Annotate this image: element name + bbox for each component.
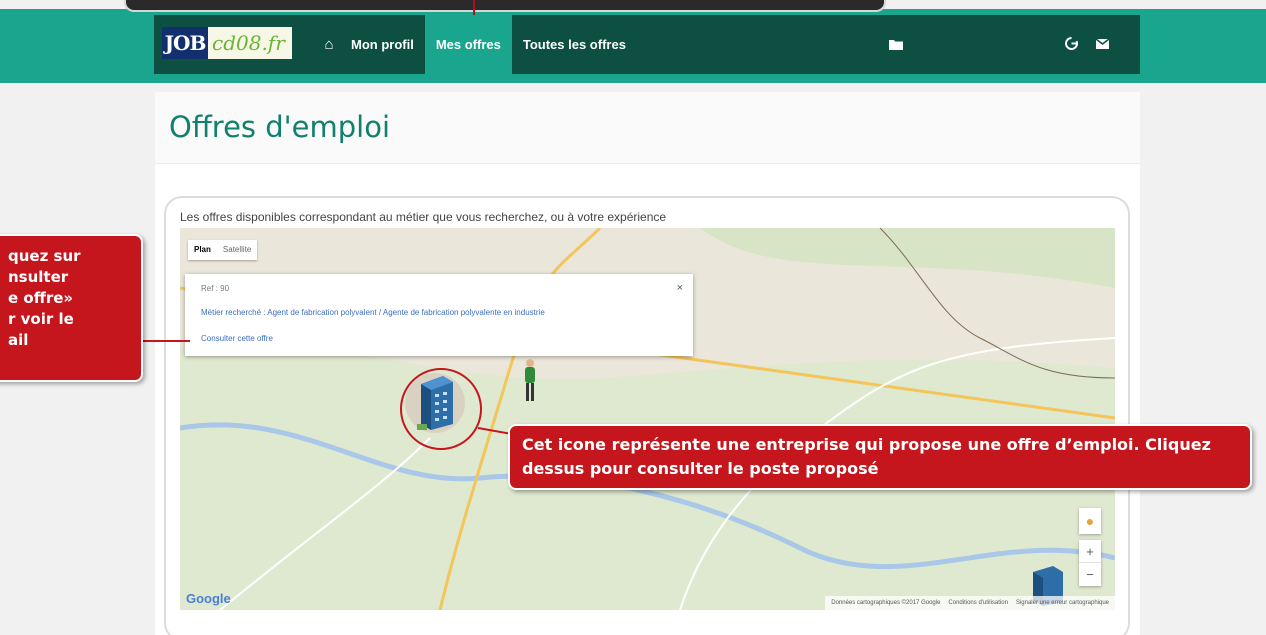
nav-mes-offres[interactable]: Mes offres — [424, 15, 512, 74]
left-callout-connector — [142, 340, 190, 342]
top-callout-edge — [124, 0, 886, 12]
logout-icon[interactable] — [1064, 36, 1078, 53]
mail-icon[interactable] — [1095, 37, 1110, 52]
logo-cd08-text: cd08.fr — [208, 26, 292, 59]
right-callout-text: Cet icone représente une entreprise qui … — [522, 435, 1211, 478]
folder-icon[interactable] — [888, 37, 903, 53]
attribution-terms-link[interactable]: Conditions d'utilisation — [948, 600, 1008, 606]
google-logo: Google — [186, 591, 231, 606]
logo-job-text: JOB — [162, 26, 208, 59]
home-icon[interactable]: ⌂ — [318, 36, 340, 53]
left-callout-text: quez sur nsulter e offre» r voir le ail — [8, 247, 81, 349]
map-type-satellite[interactable]: Satellite — [217, 240, 257, 260]
offer-metier: Métier recherché : Agent de fabrication … — [201, 308, 545, 317]
page-header: Offres d'emploi — [155, 92, 1140, 164]
zoom-out-button[interactable]: − — [1079, 563, 1101, 586]
site-logo[interactable]: JOB cd08.fr — [162, 25, 292, 65]
map-description: Les offres disponibles correspondant au … — [180, 210, 667, 224]
attribution-report-link[interactable]: Signaler une erreur cartographique — [1016, 600, 1109, 606]
map-type-plan[interactable]: Plan — [188, 240, 217, 260]
zoom-control: + − — [1079, 540, 1101, 586]
attribution-data: Données cartographiques ©2017 Google — [831, 600, 941, 606]
map-attribution: Données cartographiques ©2017 Google Con… — [825, 596, 1115, 610]
street-view-pegman-icon[interactable]: ● — [1079, 508, 1101, 534]
close-icon[interactable]: × — [677, 282, 683, 294]
right-callout: Cet icone représente une entreprise qui … — [508, 424, 1252, 490]
main-card: Offres d'emploi Les offres disponibles c… — [155, 92, 1140, 635]
highlight-circle — [400, 368, 482, 450]
page-title: Offres d'emploi — [169, 110, 390, 144]
offer-ref: Ref : 90 — [201, 284, 230, 293]
map[interactable]: Plan Satellite Ref : 90 Métier recherché… — [180, 228, 1115, 610]
map-info-window: Ref : 90 Métier recherché : Agent de fab… — [185, 274, 693, 356]
person-icon[interactable] — [522, 358, 538, 404]
offers-map-panel: Les offres disponibles correspondant au … — [164, 196, 1130, 635]
zoom-in-button[interactable]: + — [1079, 540, 1101, 563]
nav-toutes-les-offres[interactable]: Toutes les offres — [512, 15, 637, 74]
nav-mon-profil[interactable]: Mon profil — [340, 15, 425, 74]
left-callout: quez sur nsulter e offre» r voir le ail — [0, 234, 143, 382]
map-type-control: Plan Satellite — [188, 240, 258, 260]
navbar: JOB cd08.fr ⌂ Mon profil Mes offres Tout… — [154, 15, 1140, 74]
consult-offer-link[interactable]: Consulter cette offre — [201, 334, 273, 343]
top-callout-pointer — [473, 0, 475, 16]
